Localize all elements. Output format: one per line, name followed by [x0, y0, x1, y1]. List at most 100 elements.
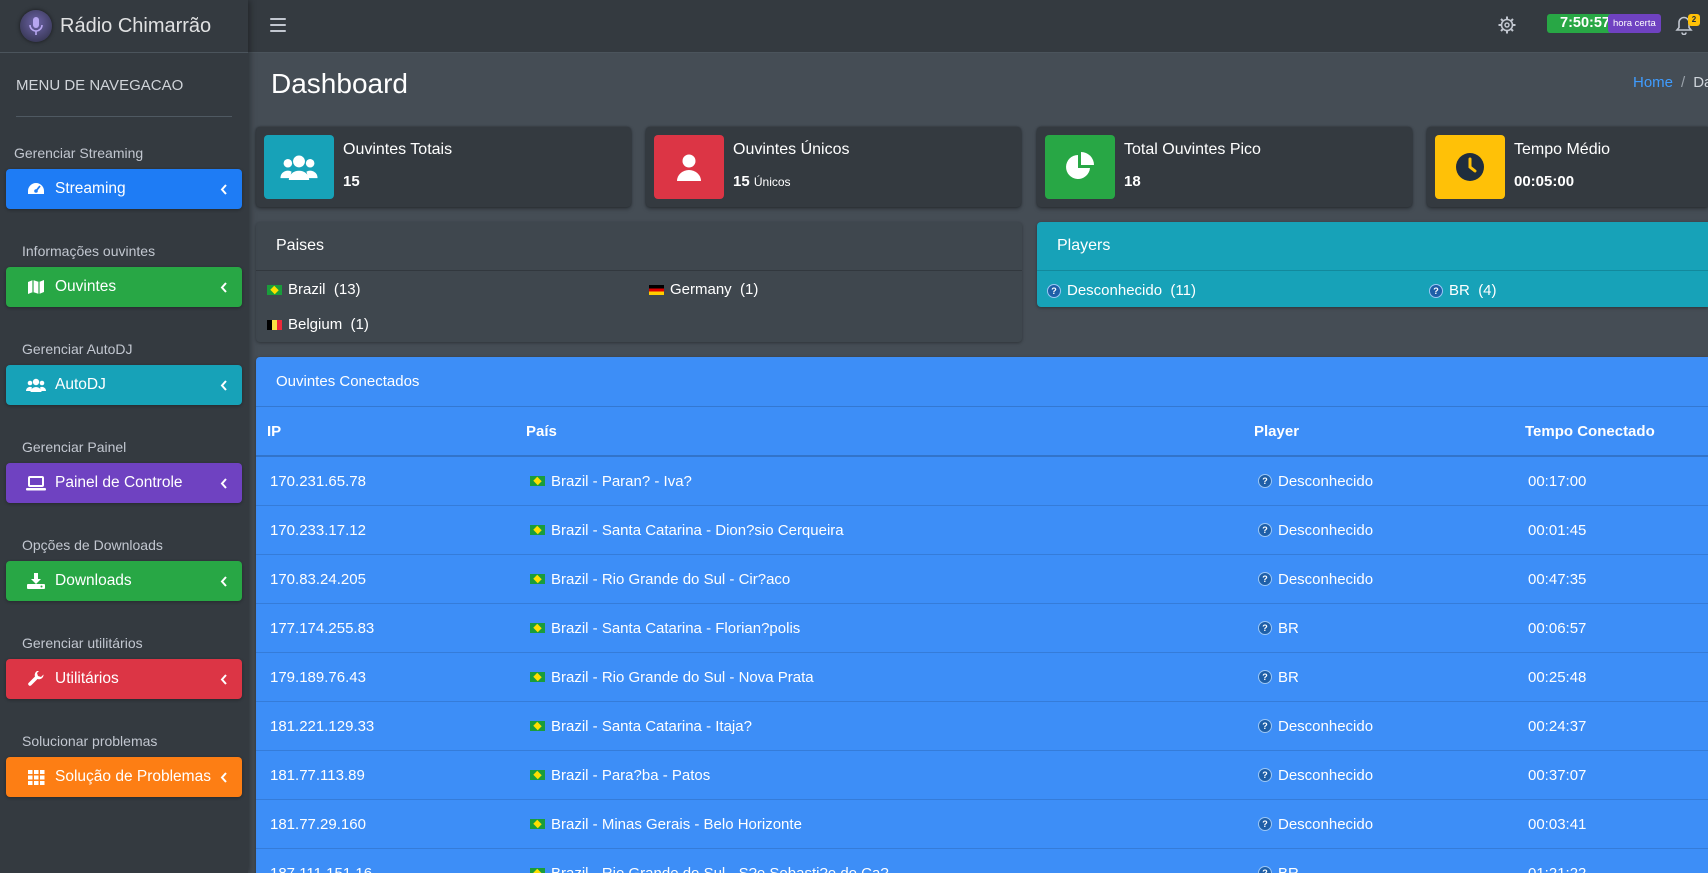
stat-value: 15	[343, 173, 360, 190]
stat-tempo-medio: Tempo Médio 00:05:00	[1427, 127, 1708, 207]
menu-header: MENU DE NAVEGACAO	[16, 53, 232, 117]
cell-ip: 181.77.29.160	[270, 815, 366, 833]
cell-time: 00:03:41	[1528, 815, 1587, 833]
laptop-icon	[26, 473, 46, 493]
table-header: IP País Player Tempo Conectado	[256, 407, 1708, 457]
stat-label: Tempo Médio	[1514, 141, 1611, 158]
country-item: Belgium (1)	[267, 316, 369, 333]
radio-logo-icon	[20, 10, 52, 42]
nav-label: Streaming	[55, 180, 126, 197]
listeners-title: Ouvintes Conectados	[256, 357, 1708, 407]
cell-player-text: Desconhecido	[1278, 815, 1374, 833]
chevron-left-icon	[218, 673, 230, 685]
stat-label: Total Ouvintes Pico	[1124, 141, 1261, 158]
column-header-pais[interactable]: País	[526, 423, 557, 440]
cell-time: 00:37:07	[1528, 766, 1587, 784]
wrench-icon	[26, 669, 46, 689]
cell-time: 00:25:48	[1528, 668, 1587, 686]
clock-tag: hora certa	[1608, 14, 1661, 33]
brazil-flag-icon	[530, 819, 545, 829]
cell-player-text: Desconhecido	[1278, 717, 1374, 735]
cell-ip: 177.174.255.83	[270, 619, 375, 637]
cell-player: ? Desconhecido	[1258, 522, 1373, 539]
users-icon	[26, 375, 46, 395]
stat-number: 15	[733, 173, 750, 190]
cell-ip: 170.83.24.205	[270, 570, 366, 588]
chevron-left-icon	[218, 379, 230, 391]
column-header-ip[interactable]: IP	[267, 423, 281, 440]
cell-country-text: Brazil - Para?ba - Patos	[551, 766, 711, 784]
brazil-flag-icon	[530, 525, 545, 535]
cell-country: Brazil - Santa Catarina - Itaja?	[530, 718, 752, 735]
cell-time: 00:24:37	[1528, 717, 1587, 735]
breadcrumb-current: Dashboard	[1693, 74, 1708, 91]
question-circle-icon: ?	[1258, 474, 1272, 488]
brazil-flag-icon	[530, 672, 545, 682]
table-row: 177.174.255.83 Brazil - Santa Catarina - …	[256, 604, 1708, 653]
section-label-problemas: Solucionar problemas	[22, 733, 158, 749]
player-item: ? Desconhecido (11)	[1047, 282, 1196, 299]
cell-country-text: Brazil - Santa Catarina - Dion?sio Cerqu…	[551, 521, 844, 539]
table-row: 179.189.76.43 Brazil - Rio Grande do Sul …	[256, 653, 1708, 702]
nav-solucao-de-problemas[interactable]: Solução de Problemas	[6, 757, 242, 797]
section-label-utilitarios: Gerenciar utilitários	[22, 635, 143, 651]
stat-value: 15 Únicos	[733, 173, 791, 190]
column-header-player[interactable]: Player	[1254, 423, 1299, 440]
country-item: Germany (1)	[649, 281, 758, 298]
question-circle-icon: ?	[1258, 572, 1272, 586]
cell-country: Brazil - Santa Catarina - Dion?sio Cerqu…	[530, 522, 844, 539]
cell-time: 00:01:45	[1528, 521, 1587, 539]
table-row: 170.83.24.205 Brazil - Rio Grande do Sul …	[256, 555, 1708, 604]
question-circle-icon: ?	[1258, 670, 1272, 684]
section-label-streaming: Gerenciar Streaming	[14, 145, 144, 161]
player-count: (4)	[1478, 282, 1497, 299]
nav-label: AutoDJ	[55, 376, 106, 393]
nav-ouvintes[interactable]: Ouvintes	[6, 267, 242, 307]
chevron-left-icon	[218, 771, 230, 783]
brazil-flag-icon	[530, 770, 545, 780]
brand[interactable]: Rádio Chimarrão	[0, 0, 248, 53]
cell-country: Brazil - Rio Grande do Sul - S?o Sebasti…	[530, 865, 889, 873]
brazil-flag-icon	[530, 721, 545, 731]
section-label-downloads: Opções de Downloads	[22, 537, 163, 553]
cell-ip: 179.189.76.43	[270, 668, 366, 686]
country-item: Brazil (13)	[267, 281, 361, 298]
cell-ip: 187.111.151.16	[270, 864, 373, 873]
cell-time: 00:47:35	[1528, 570, 1587, 588]
cell-country-text: Brazil - Minas Gerais - Belo Horizonte	[551, 815, 802, 833]
country-count: (13)	[333, 281, 361, 298]
breadcrumb-home[interactable]: Home	[1633, 74, 1673, 91]
stat-value: 18	[1124, 173, 1141, 190]
question-circle-icon: ?	[1258, 768, 1272, 782]
nav-downloads[interactable]: Downloads	[6, 561, 242, 601]
germany-flag-icon	[649, 284, 664, 295]
table-row: 170.233.17.12 Brazil - Santa Catarina - D…	[256, 506, 1708, 555]
countries-card: Paises Brazil (13) Germany (1) Belgium (…	[256, 222, 1022, 342]
cell-country-text: Brazil - Santa Catarina - Itaja?	[551, 717, 752, 735]
players-title: Players	[1037, 222, 1708, 271]
nav-autodj[interactable]: AutoDJ	[6, 365, 242, 405]
cell-country-text: Brazil - Rio Grande do Sul - S?o Sebasti…	[551, 864, 889, 873]
cell-ip: 170.231.65.78	[270, 472, 366, 490]
question-circle-icon: ?	[1258, 817, 1272, 831]
grid-icon	[26, 767, 46, 787]
player-name: BR	[1449, 282, 1470, 299]
nav-streaming[interactable]: Streaming	[6, 169, 242, 209]
pie-chart-icon	[1045, 135, 1115, 199]
question-circle-icon: ?	[1258, 621, 1272, 635]
nav-utilitarios[interactable]: Utilitários	[6, 659, 242, 699]
gear-icon[interactable]	[1498, 16, 1516, 34]
chevron-left-icon	[218, 183, 230, 195]
brazil-flag-icon	[530, 574, 545, 584]
column-header-tempo[interactable]: Tempo Conectado	[1525, 423, 1655, 440]
cell-ip: 181.221.129.33	[270, 717, 375, 735]
nav-label: Utilitários	[55, 670, 119, 687]
menu-toggle-icon[interactable]	[270, 18, 286, 32]
app-title: Rádio Chimarrão	[60, 14, 212, 37]
stat-total-ouvintes-pico: Total Ouvintes Pico 18	[1037, 127, 1412, 207]
nav-painel-de-controle[interactable]: Painel de Controle	[6, 463, 242, 503]
cell-player-text: Desconhecido	[1278, 766, 1374, 784]
stat-label: Ouvintes Totais	[343, 141, 453, 158]
cell-country-text: Brazil - Paran? - Iva?	[551, 472, 692, 490]
stat-ouvintes-unicos: Ouvintes Únicos 15 Únicos	[646, 127, 1021, 207]
